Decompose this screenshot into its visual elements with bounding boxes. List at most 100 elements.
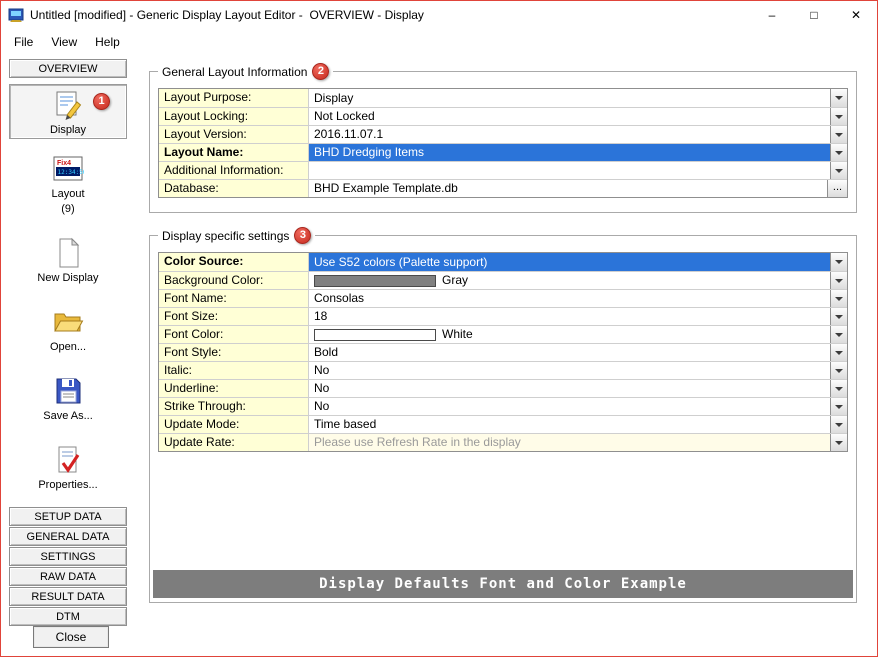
sidebar-tool-new-display[interactable]: New Display	[9, 233, 127, 286]
sidebar-section-result-data[interactable]: RESULT DATA	[9, 587, 127, 606]
minimize-button[interactable]: –	[751, 1, 793, 29]
groupbox-title-display: Display specific settings 3	[158, 227, 315, 244]
sidebar: OVERVIEW 1 Display Fix412:34:56 Layout (…	[9, 59, 127, 656]
sidebar-tool-display[interactable]: 1 Display	[9, 84, 127, 139]
menu-help[interactable]: Help	[86, 32, 129, 52]
form-row-layout-name: Layout Name: BHD Dredging Items	[159, 143, 847, 161]
form-row-italic: Italic: No	[159, 361, 847, 379]
form-row-layout-purpose: Layout Purpose: Display	[159, 89, 847, 107]
dropdown-button[interactable]	[830, 416, 847, 433]
font-color-swatch	[314, 329, 436, 341]
chevron-down-icon	[835, 169, 843, 173]
field-label: Layout Version:	[159, 126, 309, 143]
strike-through-select[interactable]: No	[309, 398, 830, 415]
underline-select[interactable]: No	[309, 380, 830, 397]
additional-information-input[interactable]	[309, 162, 830, 179]
field-label: Underline:	[159, 380, 309, 397]
chevron-down-icon	[835, 133, 843, 137]
window-title: Untitled [modified] - Generic Display La…	[30, 8, 751, 22]
dropdown-button[interactable]	[830, 144, 847, 161]
field-label: Italic:	[159, 362, 309, 379]
dropdown-button[interactable]	[830, 326, 847, 343]
field-label: Database:	[159, 180, 309, 197]
form-row-font-size: Font Size: 18	[159, 307, 847, 325]
chevron-down-icon	[835, 151, 843, 155]
dropdown-button[interactable]	[830, 162, 847, 179]
svg-text:12:34:56: 12:34:56	[58, 169, 85, 176]
background-color-select[interactable]: Gray	[309, 272, 830, 289]
font-color-select[interactable]: White	[309, 326, 830, 343]
close-window-button[interactable]: ✕	[835, 1, 877, 29]
new-display-icon	[52, 237, 84, 269]
menu-view[interactable]: View	[42, 32, 86, 52]
chevron-down-icon	[835, 333, 843, 337]
update-mode-select[interactable]: Time based	[309, 416, 830, 433]
sidebar-section-setup-data[interactable]: SETUP DATA	[9, 507, 127, 526]
close-button[interactable]: Close	[33, 626, 109, 648]
display-settings-rows: Color Source: Use S52 colors (Palette su…	[158, 252, 848, 452]
sidebar-tool-layout[interactable]: Fix412:34:56 Layout (9)	[9, 149, 127, 217]
dropdown-button[interactable]	[830, 380, 847, 397]
app-window: Untitled [modified] - Generic Display La…	[0, 0, 878, 657]
layout-version-select[interactable]: 2016.11.07.1	[309, 126, 830, 143]
font-name-select[interactable]: Consolas	[309, 290, 830, 307]
font-style-select[interactable]: Bold	[309, 344, 830, 361]
form-row-update-mode: Update Mode: Time based	[159, 415, 847, 433]
sidebar-section-general-data[interactable]: GENERAL DATA	[9, 527, 127, 546]
color-source-select[interactable]: Use S52 colors (Palette support)	[309, 253, 830, 271]
dropdown-button[interactable]	[830, 253, 847, 271]
title-bar: Untitled [modified] - Generic Display La…	[1, 1, 877, 29]
chevron-down-icon	[835, 297, 843, 301]
chevron-down-icon	[835, 369, 843, 373]
annotation-badge-2: 2	[312, 63, 329, 80]
sidebar-tool-properties[interactable]: Properties...	[9, 440, 127, 493]
sidebar-tool-save-as[interactable]: Save As...	[9, 371, 127, 424]
general-layout-groupbox: General Layout Information 2 Layout Purp…	[149, 71, 857, 213]
font-size-select[interactable]: 18	[309, 308, 830, 325]
dropdown-button[interactable]	[830, 89, 847, 107]
menu-bar: File View Help	[1, 29, 877, 55]
layout-name-input[interactable]: BHD Dredging Items	[309, 144, 830, 161]
dropdown-button[interactable]	[830, 344, 847, 361]
tool-label: Layout	[51, 188, 84, 200]
maximize-button[interactable]: □	[793, 1, 835, 29]
dropdown-button[interactable]	[830, 308, 847, 325]
italic-select[interactable]: No	[309, 362, 830, 379]
form-row-underline: Underline: No	[159, 379, 847, 397]
tool-sublabel: (9)	[61, 203, 74, 215]
field-label: Font Color:	[159, 326, 309, 343]
annotation-badge-1: 1	[93, 93, 110, 110]
dropdown-button[interactable]	[830, 434, 847, 451]
general-layout-rows: Layout Purpose: Display Layout Locking: …	[158, 88, 848, 198]
sidebar-header-overview[interactable]: OVERVIEW	[9, 59, 127, 78]
layout-locking-select[interactable]: Not Locked	[309, 108, 830, 125]
dropdown-button[interactable]	[830, 398, 847, 415]
menu-file[interactable]: File	[5, 32, 42, 52]
dropdown-button[interactable]	[830, 290, 847, 307]
groupbox-title-general: General Layout Information 2	[158, 63, 333, 80]
tool-label: Save As...	[43, 410, 93, 422]
dropdown-button[interactable]	[830, 108, 847, 125]
dropdown-button[interactable]	[830, 272, 847, 289]
layout-purpose-select[interactable]: Display	[309, 89, 830, 107]
dropdown-button[interactable]	[830, 126, 847, 143]
chevron-down-icon	[835, 115, 843, 119]
save-icon	[52, 375, 84, 407]
sidebar-tool-open[interactable]: Open...	[9, 302, 127, 355]
chevron-down-icon	[835, 423, 843, 427]
form-row-layout-version: Layout Version: 2016.11.07.1	[159, 125, 847, 143]
tool-label: Open...	[50, 341, 86, 353]
field-label: Font Name:	[159, 290, 309, 307]
chevron-down-icon	[835, 260, 843, 264]
chevron-down-icon	[835, 96, 843, 100]
sidebar-section-settings[interactable]: SETTINGS	[9, 547, 127, 566]
chevron-down-icon	[835, 441, 843, 445]
sidebar-section-dtm[interactable]: DTM	[9, 607, 127, 626]
sidebar-section-raw-data[interactable]: RAW DATA	[9, 567, 127, 586]
field-label: Layout Locking:	[159, 108, 309, 125]
field-label: Update Rate:	[159, 434, 309, 451]
font-color-preview: Display Defaults Font and Color Example	[153, 570, 853, 598]
browse-button[interactable]: ...	[827, 180, 847, 197]
dropdown-button[interactable]	[830, 362, 847, 379]
database-input[interactable]: BHD Example Template.db	[309, 180, 827, 197]
